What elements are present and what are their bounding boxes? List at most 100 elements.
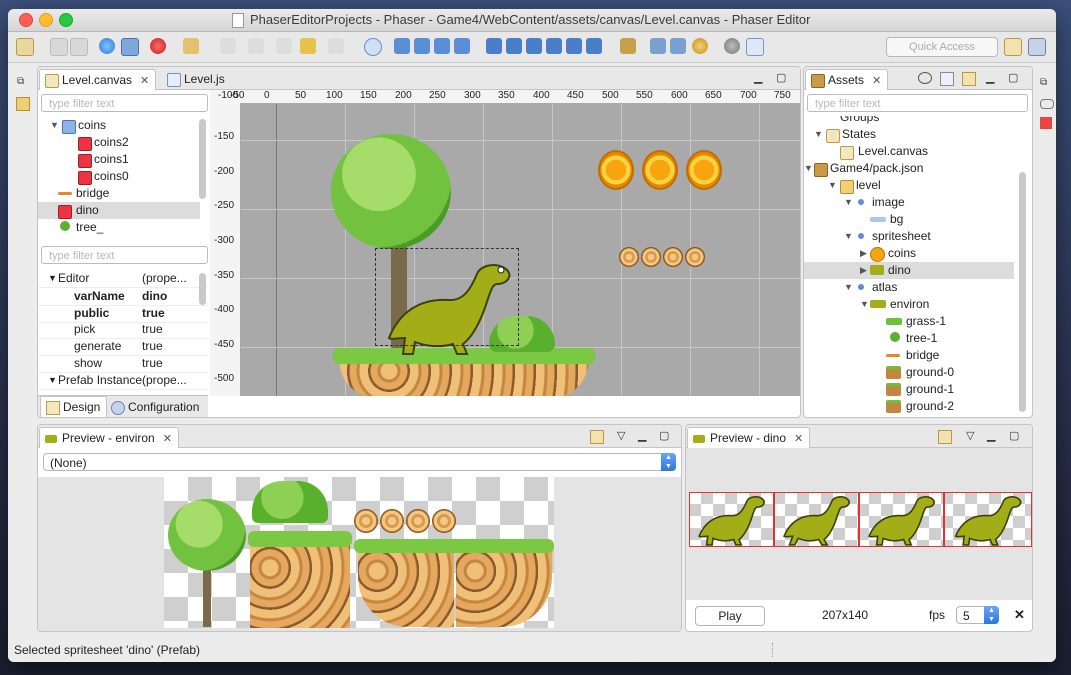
save-icon[interactable] — [50, 38, 68, 56]
bridge-log[interactable] — [619, 247, 639, 267]
properties-filter-input[interactable]: type filter text — [41, 246, 208, 264]
asset-item-spritesheet[interactable]: ▼ spritesheet — [804, 228, 1014, 245]
close-tab-icon[interactable]: ✕ — [794, 433, 803, 445]
back-arrow-icon[interactable] — [300, 38, 316, 54]
minimize-icon[interactable]: ▁ — [986, 71, 994, 84]
doc-icon[interactable] — [746, 38, 764, 56]
play-button[interactable]: Play — [695, 606, 765, 626]
link-right-icon[interactable] — [1040, 99, 1054, 109]
close-window-button[interactable] — [19, 13, 33, 27]
send-back-icon[interactable] — [454, 38, 470, 54]
close-tab-icon[interactable]: ✕ — [140, 75, 149, 87]
asset-item-ground-2[interactable]: ground-2 — [804, 398, 1014, 415]
expand-arrow-icon[interactable]: ▼ — [48, 372, 57, 389]
coin-sprite[interactable] — [598, 150, 634, 190]
dino-frame-2[interactable] — [859, 492, 944, 547]
new-asset-icon[interactable] — [940, 72, 954, 86]
bookmark-icon[interactable] — [1040, 117, 1052, 129]
align-top-icon[interactable] — [546, 38, 562, 54]
close-tab-icon[interactable]: ✕ — [872, 75, 881, 87]
outline-item-coins1[interactable]: coins1 — [38, 151, 200, 168]
outline-item-coins[interactable]: ▼ coins — [38, 117, 200, 134]
tab-level-canvas[interactable]: Level.canvas ✕ — [39, 69, 157, 90]
maximize-icon[interactable]: ▢ — [1008, 71, 1018, 84]
forward-arrow-icon[interactable] — [328, 38, 344, 54]
close-tab-icon[interactable]: ✕ — [163, 433, 172, 445]
expand-arrow-icon[interactable]: ▼ — [844, 279, 853, 296]
align-bottom-icon[interactable] — [586, 38, 602, 54]
zoom-window-button[interactable] — [59, 13, 73, 27]
layout-icon[interactable] — [670, 38, 686, 54]
clear-icon[interactable]: ✕ — [1014, 607, 1025, 623]
asset-item-coins[interactable]: ▶ coins — [804, 245, 1014, 262]
window-icon[interactable] — [121, 38, 139, 56]
globe-icon[interactable] — [99, 38, 115, 54]
frame-select[interactable]: (None) ▲ ▼ — [43, 453, 676, 471]
quick-access-input[interactable]: Quick Access — [886, 37, 998, 57]
open-perspective-icon[interactable] — [1004, 38, 1022, 56]
prop-value[interactable]: true — [142, 338, 163, 355]
coin-sprite[interactable] — [686, 150, 722, 190]
new-icon[interactable] — [16, 38, 34, 56]
folder-icon[interactable] — [16, 97, 30, 111]
zoom-icon[interactable] — [364, 38, 382, 56]
assets-scrollbar[interactable] — [1019, 172, 1026, 412]
bring-front-icon[interactable] — [394, 38, 410, 54]
minimize-window-button[interactable] — [39, 13, 53, 27]
minimize-icon[interactable]: ▁ — [638, 429, 646, 442]
outline-item-coins0[interactable]: coins0 — [38, 168, 200, 185]
pin-icon[interactable] — [248, 38, 264, 54]
prop-value[interactable]: true — [142, 355, 163, 372]
outline-scrollbar[interactable] — [199, 119, 206, 199]
outline-item-coins2[interactable]: coins2 — [38, 134, 200, 151]
asset-item-ground-0[interactable]: ground-0 — [804, 364, 1014, 381]
prop-value[interactable]: true — [142, 305, 165, 322]
assets-filter-input[interactable]: type filter text — [807, 94, 1028, 112]
save-all-icon[interactable] — [70, 38, 88, 56]
dino-frame-3[interactable] — [944, 492, 1032, 547]
outline-filter-input[interactable]: type filter text — [41, 94, 208, 112]
prop-row[interactable]: show true — [38, 355, 208, 373]
asset-item-level-canvas[interactable]: Level.canvas — [804, 143, 1014, 160]
tree-sprite[interactable] — [331, 134, 451, 249]
minimize-icon[interactable]: ▁ — [754, 71, 762, 84]
prop-row[interactable]: ▼ Editor (prope... — [38, 270, 208, 288]
asset-item-atlas[interactable]: ▼ atlas — [804, 279, 1014, 296]
open-icon[interactable] — [590, 430, 604, 444]
asset-item-bridge[interactable]: bridge — [804, 347, 1014, 364]
asset-item-level[interactable]: ▼ level — [804, 177, 1014, 194]
restore-icon[interactable]: ⧉ — [17, 76, 24, 87]
asset-item-dino[interactable]: ▶ dino — [804, 262, 1014, 279]
view-menu-icon[interactable]: ▽ — [966, 429, 974, 442]
raise-icon[interactable] — [414, 38, 430, 54]
collapse-arrow-icon[interactable]: ▶ — [860, 262, 867, 279]
restore-right-icon[interactable]: ⧉ — [1040, 77, 1047, 88]
tab-assets[interactable]: Assets ✕ — [805, 69, 889, 90]
scene-canvas[interactable] — [241, 104, 800, 396]
expand-arrow-icon[interactable]: ▼ — [814, 126, 823, 143]
tab-preview-environ[interactable]: Preview - environ ✕ — [39, 427, 179, 448]
minimize-icon[interactable]: ▁ — [987, 429, 995, 442]
lower-icon[interactable] — [434, 38, 450, 54]
dino-frame-1[interactable] — [774, 492, 859, 547]
edit-icon[interactable] — [620, 38, 636, 54]
expand-arrow-icon[interactable]: ▼ — [48, 270, 57, 287]
expand-arrow-icon[interactable]: ▼ — [844, 228, 853, 245]
grid-icon[interactable] — [650, 38, 666, 54]
maximize-icon[interactable]: ▢ — [659, 429, 669, 442]
ground-sprite[interactable] — [339, 359, 589, 396]
outline-item-bridge[interactable]: bridge — [38, 185, 200, 202]
open-asset-icon[interactable] — [962, 72, 976, 86]
bridge-log[interactable] — [641, 247, 661, 267]
align-left-icon[interactable] — [486, 38, 502, 54]
outline-item-tree[interactable]: tree_ — [38, 219, 200, 236]
asset-item-environ[interactable]: ▼ environ — [804, 296, 1014, 313]
bridge-log[interactable] — [663, 247, 683, 267]
perspective-icon[interactable] — [1028, 38, 1046, 56]
maximize-icon[interactable]: ▢ — [1009, 429, 1019, 442]
chevron-updown-icon[interactable]: ▲ ▼ — [661, 453, 676, 471]
tab-level-js[interactable]: Level.js — [162, 69, 231, 89]
properties-scrollbar[interactable] — [199, 273, 206, 305]
expand-arrow-icon[interactable]: ▼ — [804, 160, 813, 177]
prop-row[interactable]: ▼ Prefab Instance (prope... — [38, 372, 208, 390]
